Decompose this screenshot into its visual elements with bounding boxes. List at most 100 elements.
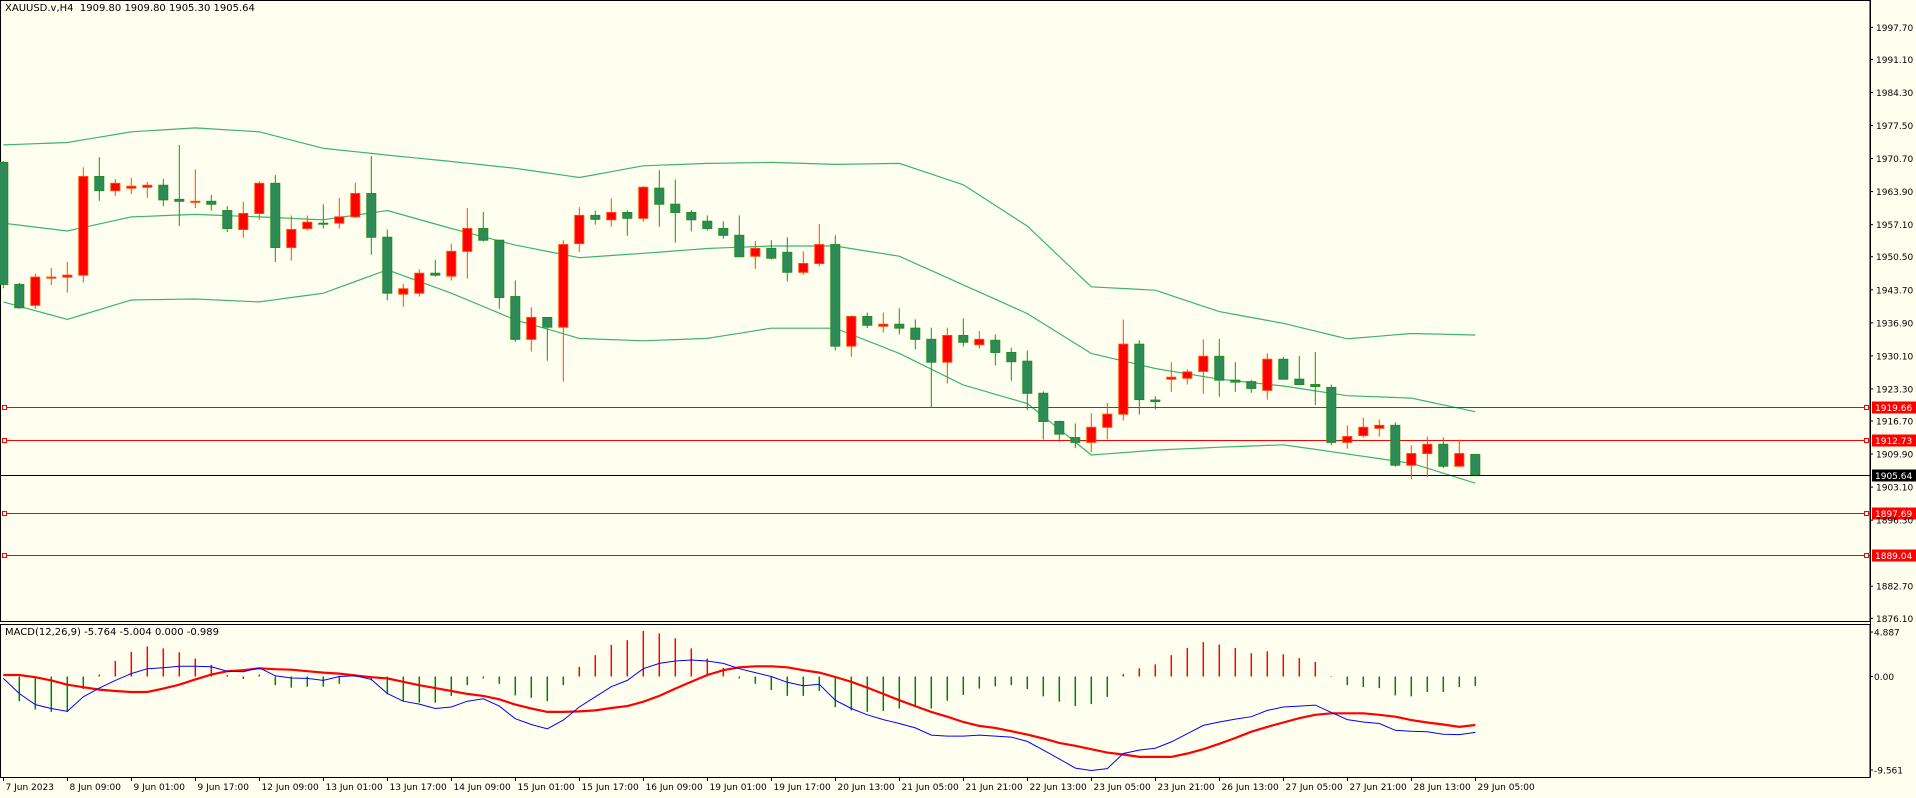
time-tick-label: 19 Jun 01:00	[710, 783, 767, 793]
chart-frame	[0, 0, 1871, 778]
candle-bear	[478, 228, 489, 241]
candle-bull	[1262, 358, 1273, 391]
candle-bull	[110, 182, 121, 192]
candle-bull	[1102, 413, 1113, 428]
candle-bear	[318, 222, 329, 225]
price-tick-label: 1882.70	[1876, 583, 1913, 593]
candle-bear	[1022, 360, 1033, 394]
candle-bull	[974, 338, 985, 346]
candle-bear	[990, 339, 1001, 353]
candle-bear	[0, 161, 9, 285]
bollinger-bands	[3, 127, 1476, 484]
price-tick-label: 1930.10	[1876, 352, 1913, 362]
candle-bull	[238, 212, 249, 231]
time-tick-label: 19 Jun 17:00	[774, 783, 831, 793]
time-tick-label: 13 Jun 17:00	[390, 783, 447, 793]
candle-bull	[1086, 426, 1097, 443]
candle-bear	[1150, 399, 1161, 403]
price-tick-label: 1916.70	[1876, 417, 1913, 427]
candle-bear	[926, 338, 937, 363]
candle-bear	[782, 251, 793, 273]
candle-bear	[158, 184, 169, 201]
macd-tick-label: 0.00	[1874, 673, 1894, 683]
candle-bull	[414, 272, 425, 294]
candle-bear	[1038, 392, 1049, 422]
candle-bear	[654, 187, 665, 205]
candle-bear	[958, 334, 969, 343]
candle-bull	[142, 184, 153, 188]
horizontal-lines[interactable]: 1919.661912.731897.691889.041905.64	[1, 401, 1916, 563]
candle-bull	[1422, 443, 1433, 455]
macd-signal-line	[3, 665, 1476, 759]
candle-bull	[1118, 343, 1129, 415]
candle-bull	[334, 216, 345, 224]
candle-bear	[622, 211, 633, 219]
candle-bear	[910, 327, 921, 340]
line-anchor-left	[2, 405, 7, 410]
current-price-label: 1905.64	[1875, 472, 1912, 482]
price-tag-label: 1889.04	[1875, 552, 1912, 562]
candle-bull	[1454, 453, 1465, 467]
price-chart[interactable]: 1919.661912.731897.691889.041905.64 1997…	[0, 0, 1916, 798]
time-tick-label: 21 Jun 21:00	[966, 783, 1023, 793]
macd-tick-label: 4.887	[1874, 629, 1900, 639]
time-tick-label: 23 Jun 05:00	[1094, 783, 1151, 793]
time-tick-label: 27 Jun 21:00	[1350, 783, 1407, 793]
candle-bull	[526, 316, 537, 340]
candle-bull	[606, 211, 617, 221]
candle-bull	[286, 229, 297, 248]
candle-bear	[174, 198, 185, 202]
candle-bear	[670, 203, 681, 213]
price-tag-label: 1912.73	[1875, 437, 1912, 447]
price-tick-label: 1977.50	[1876, 122, 1913, 132]
time-tick-label: 12 Jun 09:00	[262, 783, 319, 793]
price-tick-label: 1896.30	[1876, 517, 1913, 527]
candle-bear	[766, 247, 777, 259]
macd-panel	[2, 630, 1477, 772]
price-tick-label: 1991.10	[1876, 56, 1913, 66]
candle-bear	[1006, 351, 1017, 363]
candle-bear	[222, 210, 233, 230]
candle-bear	[542, 316, 553, 328]
candle-bull	[30, 276, 41, 306]
time-tick-label: 23 Jun 21:00	[1158, 783, 1215, 793]
candles	[0, 144, 1481, 480]
axes: 1997.70 1991.10 1984.30 1977.50 1970.70 1963.…	[0, 0, 1913, 793]
candle-bear	[1326, 386, 1337, 443]
candle-bear	[830, 244, 841, 347]
candle-bear	[686, 211, 697, 221]
candle-bear	[382, 236, 393, 294]
candle-bear	[94, 176, 105, 192]
line-anchor-left	[2, 438, 7, 443]
candle-bull	[126, 185, 137, 189]
time-tick-label: 26 Jun 13:00	[1222, 783, 1279, 793]
price-tick-label: 1909.90	[1876, 451, 1913, 461]
candle-bull	[1358, 426, 1369, 437]
candle-bull	[78, 176, 89, 276]
candle-bear	[1134, 343, 1145, 401]
candle-bull	[398, 288, 409, 295]
candle-bull	[1374, 424, 1385, 429]
candle-bull	[462, 228, 473, 252]
price-tick-label: 1970.70	[1876, 155, 1913, 165]
candle-bull	[1198, 355, 1209, 372]
time-tick-label: 13 Jun 01:00	[326, 783, 383, 793]
macd-tick-label: -9.561	[1874, 767, 1903, 777]
time-tick-label: 20 Jun 13:00	[838, 783, 895, 793]
macd-panel-border	[0, 624, 1871, 778]
candle-bull	[1342, 436, 1353, 443]
candle-bear	[1278, 358, 1289, 380]
time-tick-label: 9 Jun 17:00	[198, 783, 250, 793]
price-tick-label: 1903.10	[1876, 484, 1913, 494]
candle-bull	[798, 263, 809, 273]
time-tick-label: 9 Jun 01:00	[134, 783, 186, 793]
candle-bear	[718, 228, 729, 236]
line-anchor-right	[1864, 405, 1869, 410]
candle-bull	[302, 221, 313, 230]
candle-bull	[814, 244, 825, 265]
candle-bull	[846, 315, 857, 347]
price-tick-label: 1923.30	[1876, 385, 1913, 395]
main-panel-border	[0, 0, 1871, 622]
candle-bear	[1246, 381, 1257, 389]
price-tick-label: 1997.70	[1876, 24, 1913, 34]
